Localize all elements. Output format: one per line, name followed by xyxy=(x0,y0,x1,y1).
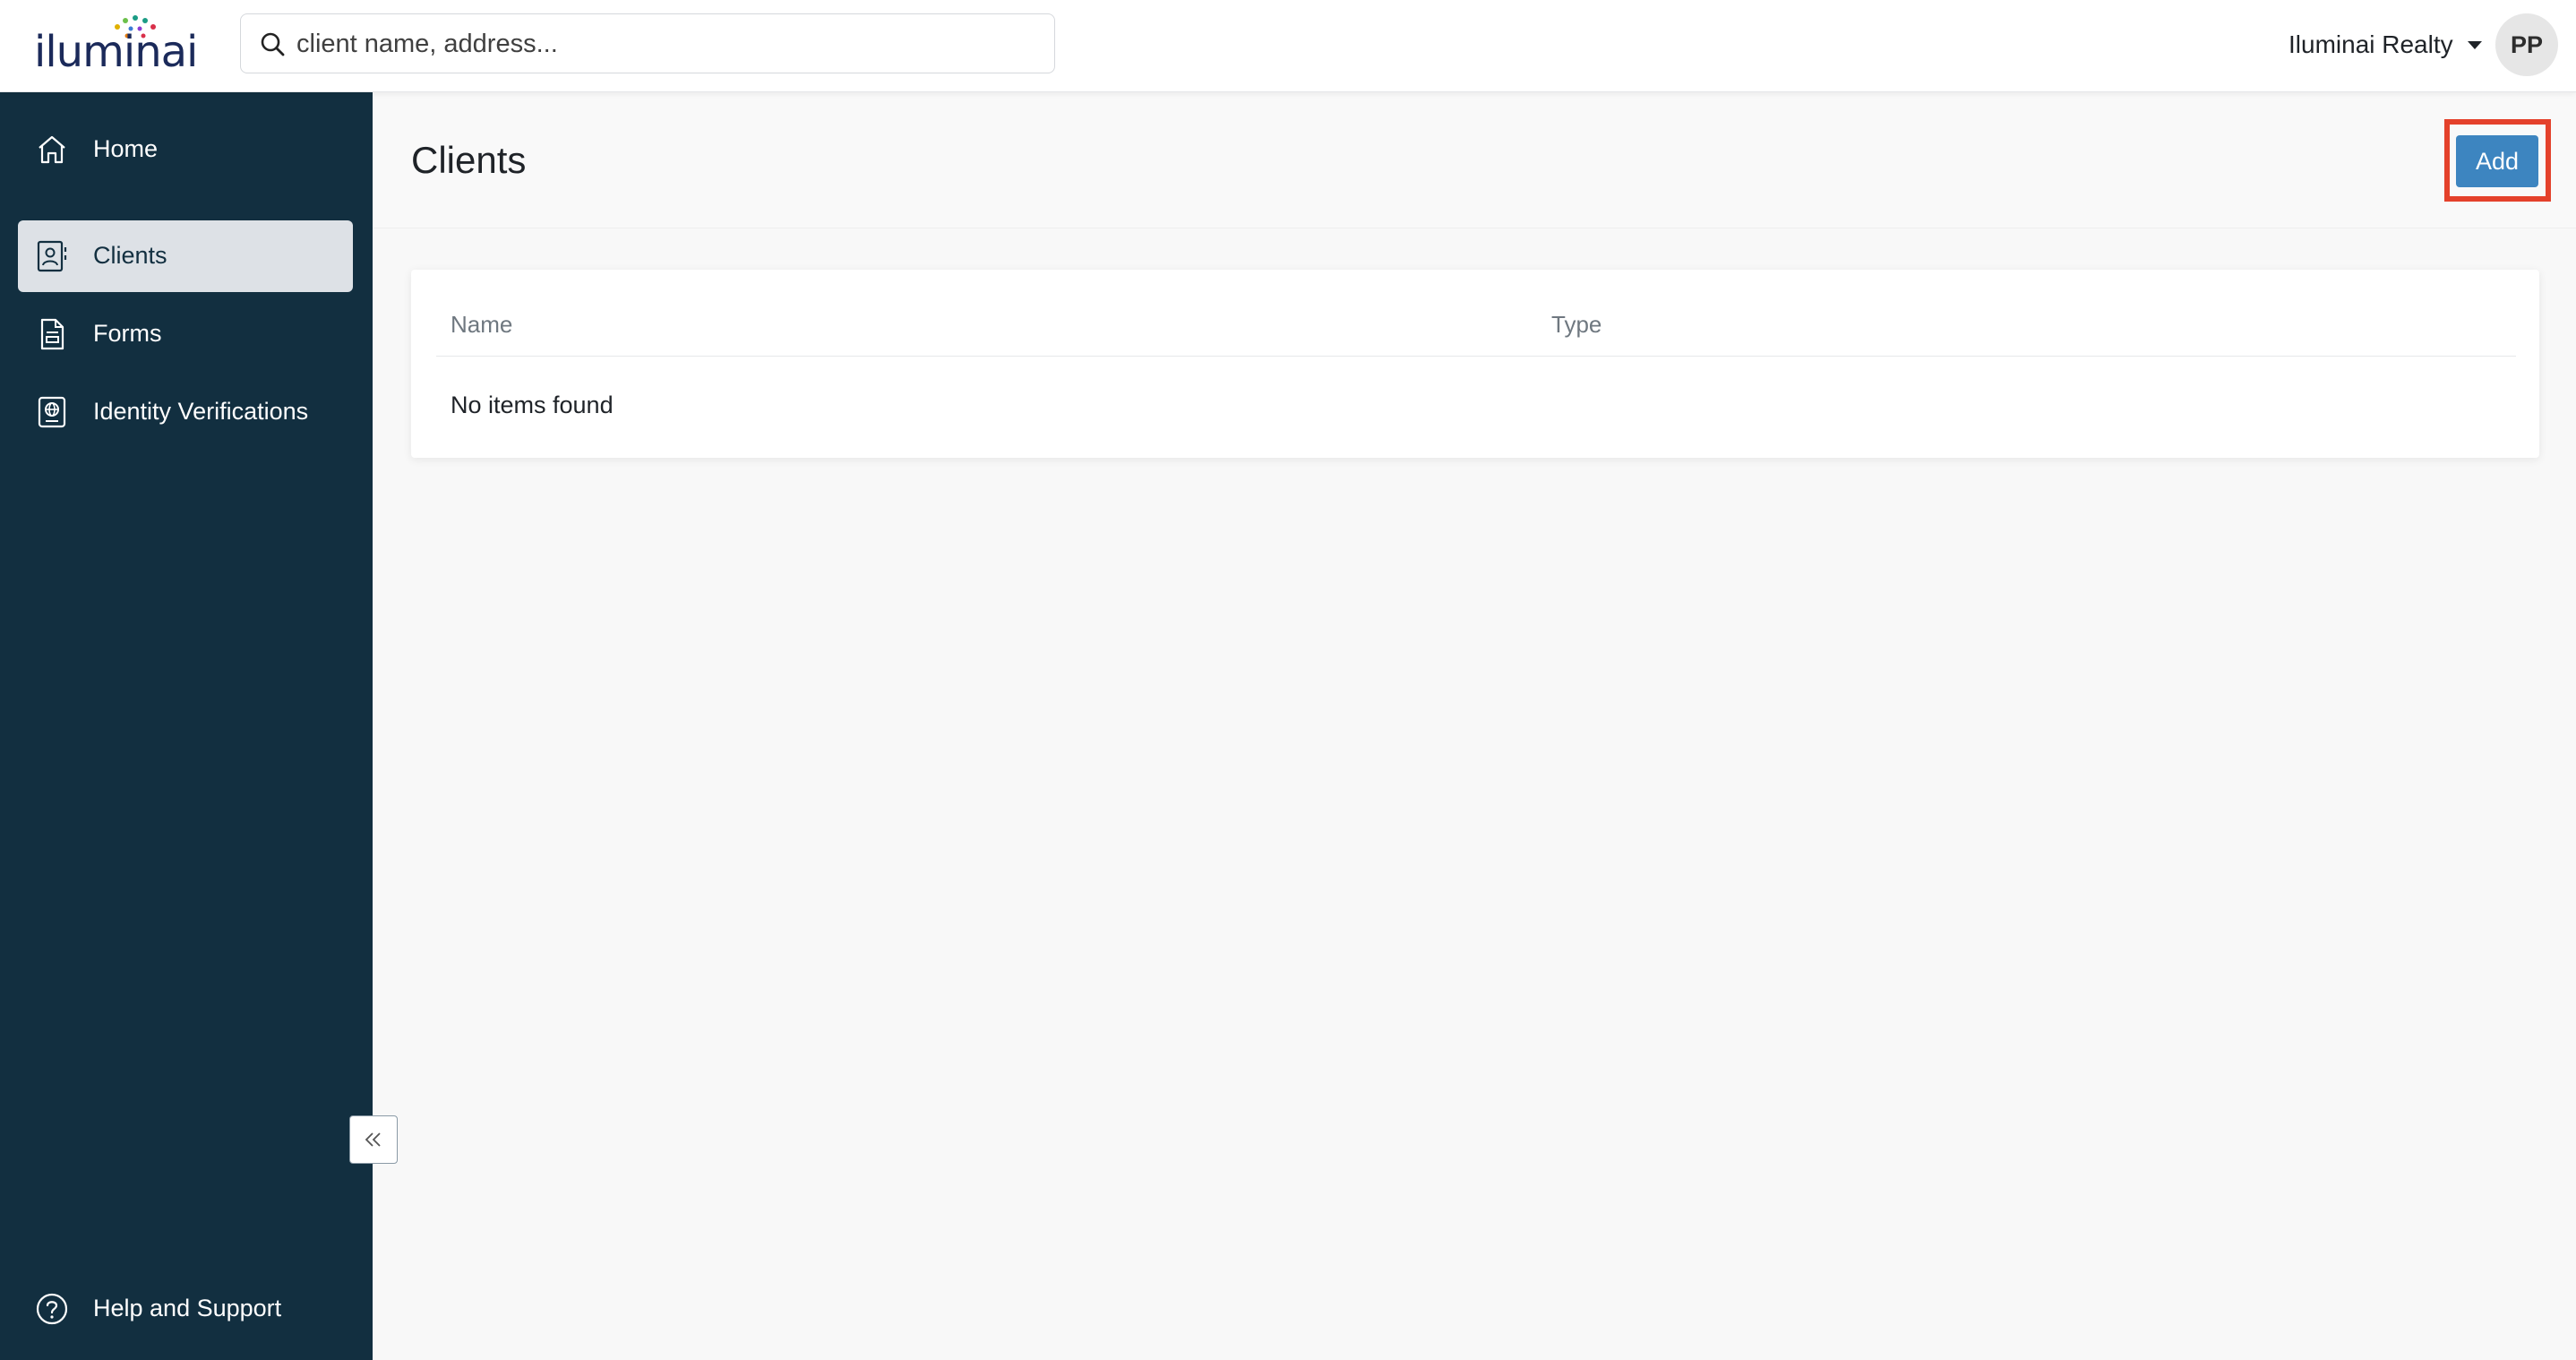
column-header-type[interactable]: Type xyxy=(1551,311,1601,339)
sidebar-item-label: Clients xyxy=(93,242,167,269)
collapse-sidebar-button[interactable] xyxy=(349,1115,398,1164)
sidebar-item-home[interactable]: Home xyxy=(18,114,353,185)
main-content: Clients Add Name Type No items found xyxy=(373,92,2576,1360)
add-client-button[interactable]: Add xyxy=(2456,135,2538,187)
contact-card-icon xyxy=(37,240,67,272)
sidebar: Home Clients Forms Identity Verification… xyxy=(0,92,373,1360)
home-icon xyxy=(39,135,65,164)
account-name: Iluminai Realty xyxy=(2288,30,2453,58)
top-bar: iluminai Iluminai Realty PP xyxy=(0,0,2576,92)
app-root: iluminai Iluminai Realty PP Home xyxy=(0,0,2576,1360)
sidebar-item-label: Help and Support xyxy=(93,1295,282,1321)
table-header-divider xyxy=(436,356,2516,357)
search-input[interactable] xyxy=(296,22,1031,66)
sidebar-item-label: Forms xyxy=(93,320,162,347)
page-header: Clients Add xyxy=(373,92,2576,228)
brand-logo[interactable]: iluminai xyxy=(34,14,201,77)
page-title: Clients xyxy=(411,139,527,181)
logo-wordmark: iluminai xyxy=(34,27,198,77)
search-box[interactable] xyxy=(240,13,1055,73)
sidebar-item-label: Identity Verifications xyxy=(93,398,309,425)
double-chevron-left-icon xyxy=(365,1132,381,1147)
clients-table: Name Type No items found xyxy=(411,270,2539,458)
account-switcher[interactable]: Iluminai Realty xyxy=(2288,27,2482,63)
user-avatar[interactable]: PP xyxy=(2495,13,2558,76)
caret-down-icon xyxy=(2467,40,2482,49)
sidebar-item-clients[interactable]: Clients xyxy=(18,220,353,292)
sidebar-item-forms[interactable]: Forms xyxy=(18,298,353,370)
sidebar-item-identity-verifications[interactable]: Identity Verifications xyxy=(18,376,353,448)
document-icon xyxy=(40,318,64,350)
sidebar-item-help-and-support[interactable]: Help and Support xyxy=(18,1273,353,1345)
question-circle-icon xyxy=(36,1293,68,1325)
id-badge-globe-icon xyxy=(38,396,66,428)
sidebar-item-label: Home xyxy=(93,135,159,162)
column-header-name[interactable]: Name xyxy=(451,311,512,339)
search-icon xyxy=(261,32,285,56)
empty-state-message: No items found xyxy=(451,392,614,418)
